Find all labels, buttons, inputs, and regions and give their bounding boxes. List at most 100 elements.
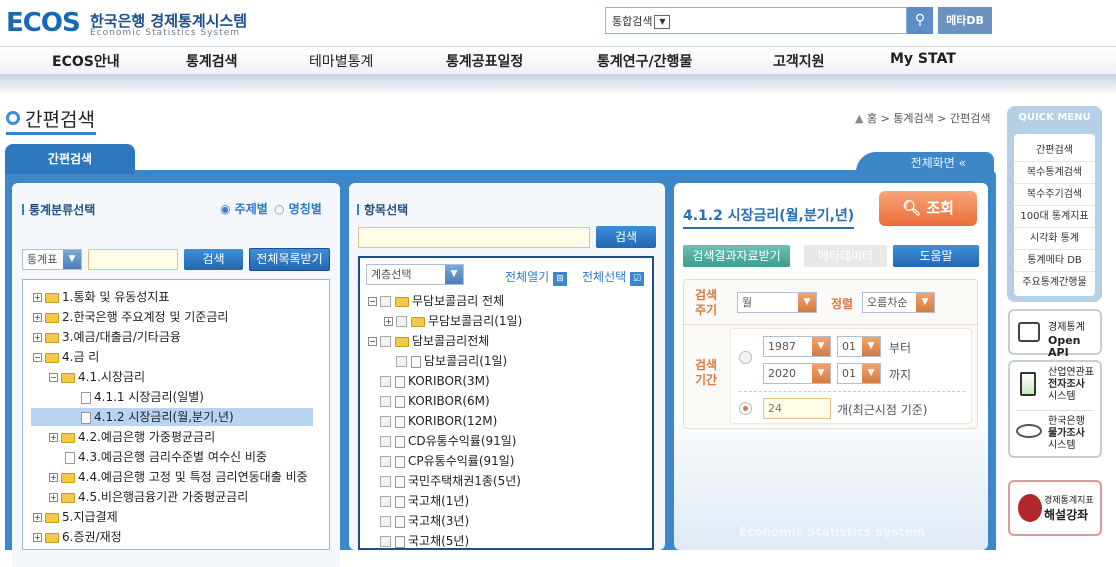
category-search-input[interactable]	[88, 249, 178, 270]
download-results-button[interactable]: 검색결과자료받기	[683, 245, 790, 267]
expand-all-link[interactable]: 전체열기 ⊞	[505, 268, 567, 286]
full-screen-button[interactable]: 전체화면 «	[856, 152, 994, 174]
download-all-button[interactable]: 전체목록받기	[249, 248, 330, 271]
item-checkbox[interactable]	[380, 496, 391, 507]
search-scope-select[interactable]: 통합검색 ▼	[612, 13, 671, 29]
meta-db-button[interactable]: 메타DB	[938, 7, 992, 34]
quick-item[interactable]: 100대 통계지표	[1014, 206, 1095, 228]
radio-recent[interactable]	[739, 402, 752, 415]
open-api-banner[interactable]: 경제통계 Open API	[1008, 309, 1102, 359]
from-month-select[interactable]: 01 ▼	[837, 336, 881, 357]
collapse-icon[interactable]: −	[49, 373, 58, 382]
from-year-select[interactable]: 1987 ▼	[763, 336, 831, 357]
expand-icon[interactable]: +	[33, 333, 42, 342]
quick-item[interactable]: 시각화 통계	[1014, 228, 1095, 250]
quick-item[interactable]: 간편검색	[1014, 140, 1095, 162]
collapse-icon[interactable]: −	[368, 337, 377, 346]
collapse-icon[interactable]: −	[368, 297, 377, 306]
item-checkbox[interactable]	[380, 536, 391, 547]
expand-icon[interactable]: +	[49, 473, 58, 482]
nav-stat-search[interactable]: 통계검색	[186, 51, 238, 71]
item-node[interactable]: + 무담보콜금리(1일)	[384, 312, 522, 330]
price-line2[interactable]: 물가조사	[1048, 428, 1085, 440]
tree-node[interactable]: +4.2.예금은행 가중평균금리	[49, 428, 215, 446]
tree-node[interactable]: +2.한국은행 주요계정 및 기준금리	[33, 308, 228, 326]
item-checkbox[interactable]	[380, 376, 391, 387]
breadcrumb-text[interactable]: 홈 > 통계검색 > 간편검색	[867, 112, 991, 125]
item-checkbox[interactable]	[380, 296, 391, 307]
expand-icon[interactable]: +	[49, 493, 58, 502]
price-line3[interactable]: 시스템	[1048, 440, 1076, 452]
radio-name[interactable]: ○ 명칭별	[274, 200, 322, 217]
quick-item[interactable]: 주요통계간행물	[1014, 272, 1095, 294]
item-node[interactable]: KORIBOR(6M)	[380, 392, 490, 410]
tree-node-selected[interactable]: 4.1.2 시장금리(월,분기,년)	[31, 408, 313, 426]
search-input[interactable]: 통합검색 ▼	[605, 7, 907, 34]
item-checkbox[interactable]	[380, 416, 391, 427]
item-node[interactable]: 국고채(3년)	[380, 512, 469, 530]
nav-my-stat[interactable]: My STAT	[890, 51, 956, 67]
logo[interactable]: ECOS 한국은행 경제통계시스템 Economic Statistics Sy…	[6, 6, 256, 40]
expand-icon[interactable]: +	[384, 317, 393, 326]
to-month-select[interactable]: 01 ▼	[837, 363, 881, 384]
metadata-button[interactable]: 메타데이터	[804, 245, 887, 267]
item-node[interactable]: 국고채(5년)	[380, 532, 469, 550]
tree-node[interactable]: +4.5.비은행금융기관 가중평균금리	[49, 488, 248, 506]
item-checkbox[interactable]	[380, 456, 391, 467]
tree-node[interactable]: +1.통화 및 유동성지표	[33, 288, 169, 306]
item-node[interactable]: CD유통수익률(91일)	[380, 432, 517, 450]
nav-research[interactable]: 통계연구/간행물	[597, 51, 692, 71]
radio-range[interactable]	[739, 351, 752, 364]
nav-release-schedule[interactable]: 통계공표일정	[446, 51, 523, 71]
expand-icon[interactable]: +	[33, 313, 42, 322]
item-checkbox[interactable]	[380, 516, 391, 527]
search-button[interactable]: ⚲	[907, 7, 933, 34]
item-node[interactable]: KORIBOR(12M)	[380, 412, 497, 430]
tree-node[interactable]: 4.1.1 시장금리(일별)	[81, 388, 204, 406]
expand-icon[interactable]: +	[33, 513, 42, 522]
lecture-banner[interactable]: 경제통계지표 해설강좌	[1008, 480, 1102, 536]
nav-theme-stats[interactable]: 테마별통계	[309, 51, 373, 71]
item-checkbox[interactable]	[380, 396, 391, 407]
table-type-select[interactable]: 통계표 ▼	[22, 249, 82, 270]
radio-subject[interactable]: ◉ 주제별	[220, 200, 268, 217]
item-checkbox[interactable]	[396, 316, 407, 327]
select-all-link[interactable]: 전체선택 ☑	[582, 268, 644, 286]
help-button[interactable]: 도움말	[893, 245, 979, 267]
item-node[interactable]: 국민주택채권1종(5년)	[380, 472, 521, 490]
item-checkbox[interactable]	[380, 336, 391, 347]
item-checkbox[interactable]	[396, 356, 407, 367]
tree-node[interactable]: +4.4.예금은행 고정 및 특정 금리연동대출 비중	[49, 468, 315, 486]
item-checkbox[interactable]	[380, 436, 391, 447]
item-node[interactable]: − 무담보콜금리 전체	[368, 292, 504, 310]
item-search-input[interactable]	[358, 227, 590, 248]
category-search-button[interactable]: 검색	[184, 249, 243, 270]
tree-node[interactable]: − 4.1.시장금리	[49, 368, 145, 386]
expand-icon[interactable]: +	[49, 433, 58, 442]
quick-item[interactable]: 복수주기검색	[1014, 184, 1095, 206]
nav-support[interactable]: 고객지원	[773, 51, 825, 71]
tab-simple-search[interactable]: 간편검색	[5, 144, 135, 174]
cycle-select[interactable]: 월 ▼	[737, 292, 817, 313]
tree-node[interactable]: +6.증권/재정	[33, 528, 122, 546]
item-node[interactable]: KORIBOR(3M)	[380, 372, 490, 390]
level-select[interactable]: 계층선택 ▼	[366, 264, 464, 285]
tree-node[interactable]: 4.3.예금은행 금리수준별 여수신 비중	[65, 448, 267, 466]
nav-ecos-info[interactable]: ECOS안내	[52, 51, 120, 71]
to-year-select[interactable]: 2020 ▼	[763, 363, 831, 384]
recent-count-input[interactable]: 24	[763, 398, 831, 419]
survey-line1[interactable]: 산업연관표	[1048, 367, 1094, 379]
price-line1[interactable]: 한국은행	[1048, 416, 1085, 428]
item-node[interactable]: 담보콜금리(1일)	[396, 352, 507, 370]
quick-item[interactable]: 통계메타 DB	[1014, 250, 1095, 272]
quick-item[interactable]: 복수통계검색	[1014, 162, 1095, 184]
item-search-button[interactable]: 검색	[596, 226, 656, 248]
survey-line3[interactable]: 시스템	[1048, 391, 1076, 403]
tree-node[interactable]: − 4.금 리	[33, 348, 99, 366]
item-checkbox[interactable]	[380, 476, 391, 487]
tree-node[interactable]: +3.예금/대출금/기타금융	[33, 328, 181, 346]
expand-icon[interactable]: +	[33, 293, 42, 302]
item-node[interactable]: − 담보콜금리전체	[368, 332, 489, 350]
tree-node[interactable]: +5.지급결제	[33, 508, 118, 526]
item-node[interactable]: CP유통수익률(91일)	[380, 452, 515, 470]
